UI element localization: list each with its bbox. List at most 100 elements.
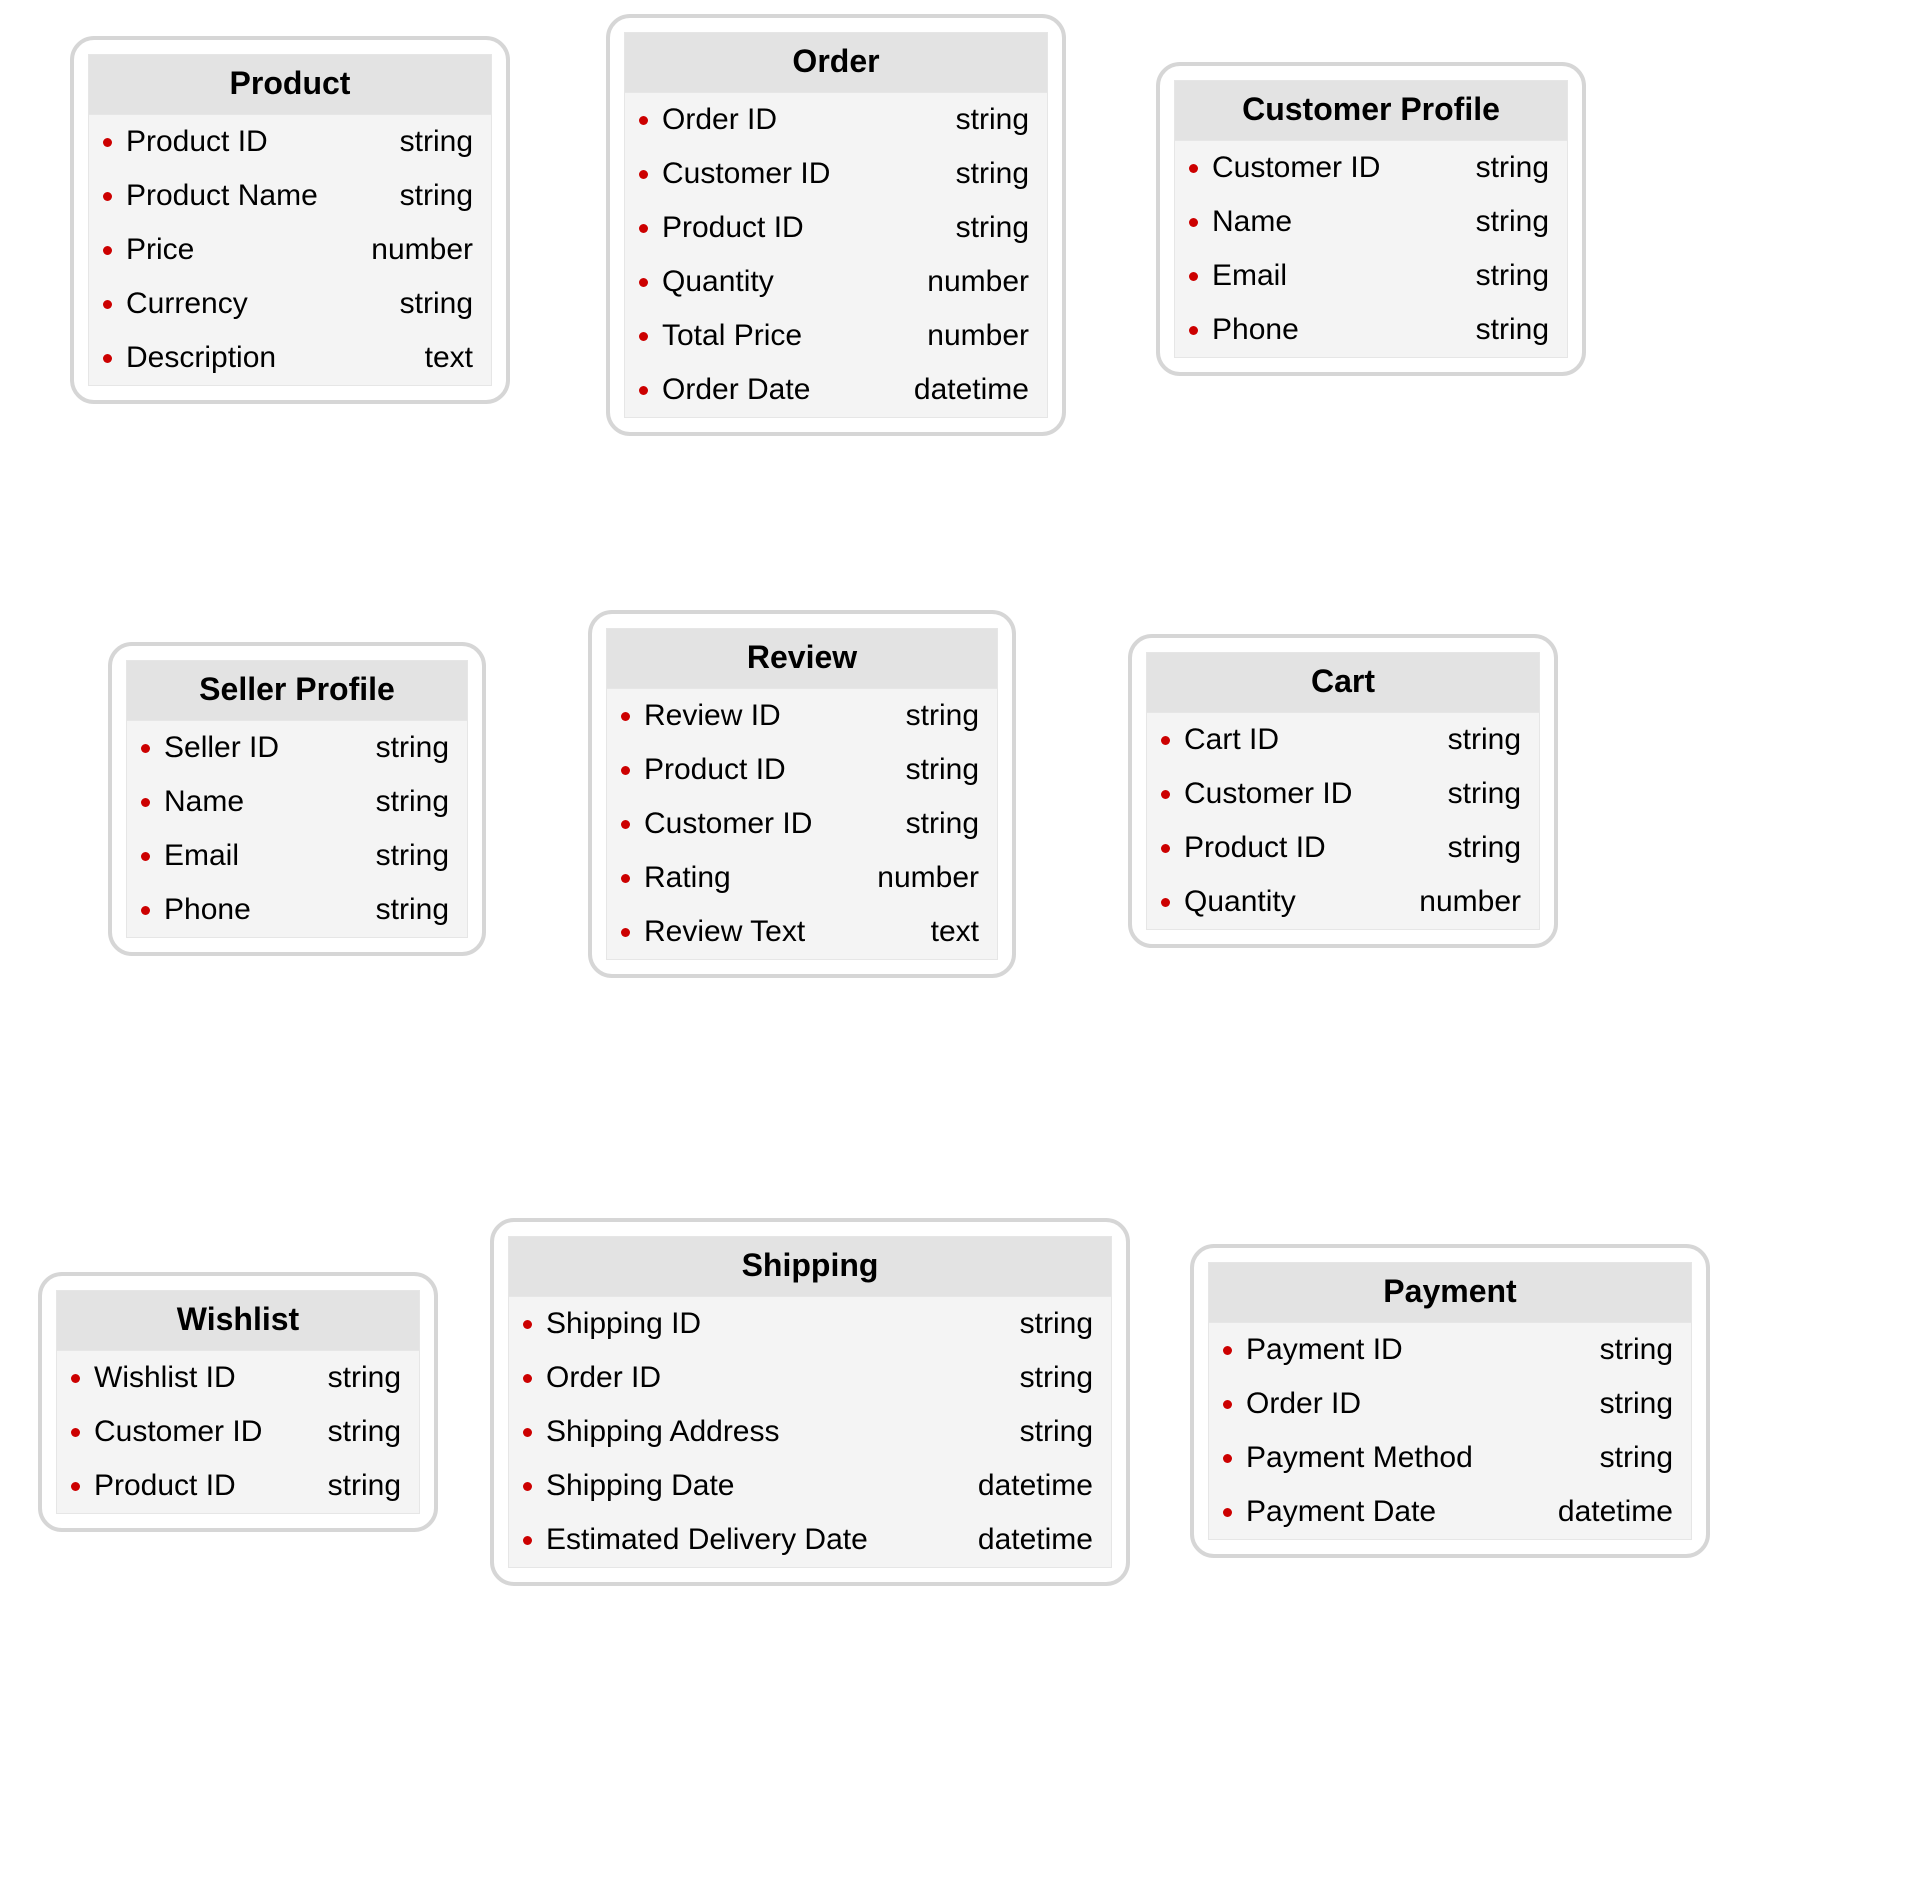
entity-order: OrderOrder IDstringCustomer IDstringProd… <box>606 14 1066 436</box>
attribute-type: string <box>328 1361 401 1395</box>
bullet-icon <box>1223 1508 1232 1517</box>
attribute-row: Shipping Addressstring <box>509 1405 1111 1459</box>
bullet-icon <box>1161 736 1170 745</box>
attribute-row: Shipping Datedatetime <box>509 1459 1111 1513</box>
bullet-icon <box>103 246 112 255</box>
bullet-icon <box>621 820 630 829</box>
entity-inner: CartCart IDstringCustomer IDstringProduc… <box>1146 652 1540 930</box>
attribute-type: string <box>1448 831 1521 865</box>
attribute-type: text <box>425 341 473 375</box>
attribute-name: Order ID <box>662 103 936 137</box>
bullet-icon <box>1223 1346 1232 1355</box>
attribute-name: Payment Method <box>1246 1441 1580 1475</box>
attribute-type: string <box>376 893 449 927</box>
bullet-icon <box>1161 844 1170 853</box>
entity-customer-profile: Customer ProfileCustomer IDstringNamestr… <box>1156 62 1586 376</box>
attribute-type: datetime <box>978 1469 1093 1503</box>
bullet-icon <box>523 1482 532 1491</box>
attribute-type: datetime <box>914 373 1029 407</box>
attribute-name: Product ID <box>1184 831 1428 865</box>
entity-inner: PaymentPayment IDstring Order ID string Pay… <box>1208 1262 1692 1540</box>
attribute-type: number <box>877 861 979 895</box>
attribute-name: Customer ID <box>94 1415 308 1449</box>
attribute-name: Customer ID <box>1184 777 1428 811</box>
bullet-icon <box>621 874 630 883</box>
attribute-row: Order ID string <box>1209 1377 1691 1431</box>
entity-title: Seller Profile <box>127 661 467 721</box>
entity-title: Payment <box>1209 1263 1691 1323</box>
attribute-name: Order ID <box>546 1361 1000 1395</box>
attribute-type: string <box>1448 723 1521 757</box>
entity-title: Cart <box>1147 653 1539 713</box>
attribute-type: string <box>376 839 449 873</box>
attribute-name: Total Price <box>662 319 907 353</box>
attribute-type: string <box>328 1415 401 1449</box>
bullet-icon <box>523 1428 532 1437</box>
attribute-row: Product IDstring <box>625 201 1047 255</box>
bullet-icon <box>141 798 150 807</box>
attribute-type: number <box>1419 885 1521 919</box>
entity-inner: Seller ProfileSeller IDstringNamestringE… <box>126 660 468 938</box>
bullet-icon <box>639 332 648 341</box>
entity-title: Order <box>625 33 1047 93</box>
bullet-icon <box>523 1536 532 1545</box>
bullet-icon <box>639 278 648 287</box>
attribute-row: Product IDstring <box>607 743 997 797</box>
attribute-type: number <box>927 265 1029 299</box>
attribute-row: Ratingnumber <box>607 851 997 905</box>
attribute-name: Description <box>126 341 405 375</box>
bullet-icon <box>639 386 648 395</box>
attribute-row: Payment IDstring <box>1209 1323 1691 1377</box>
attribute-row: Quantity number <box>625 255 1047 309</box>
attribute-row: Payment Methodstring <box>1209 1431 1691 1485</box>
attribute-row: Quantity number <box>1147 875 1539 929</box>
bullet-icon <box>639 170 648 179</box>
attribute-type: string <box>1476 259 1549 293</box>
attribute-type: string <box>906 699 979 733</box>
entity-cart: CartCart IDstringCustomer IDstringProduc… <box>1128 634 1558 948</box>
bullet-icon <box>1161 898 1170 907</box>
bullet-icon <box>1223 1400 1232 1409</box>
attribute-name: Product ID <box>662 211 936 245</box>
attribute-type: number <box>371 233 473 267</box>
attribute-type: string <box>400 179 473 213</box>
attribute-row: Product IDstring <box>57 1459 419 1513</box>
attribute-name: Phone <box>1212 313 1456 347</box>
bullet-icon <box>621 766 630 775</box>
attribute-row: Description text <box>89 331 491 385</box>
attribute-row: Wishlist IDstring <box>57 1351 419 1405</box>
attribute-row: Emailstring <box>127 829 467 883</box>
bullet-icon <box>1161 790 1170 799</box>
attribute-name: Product ID <box>126 125 380 159</box>
attribute-name: Shipping ID <box>546 1307 1000 1341</box>
attribute-name: Review ID <box>644 699 886 733</box>
attribute-row: Order ID string <box>625 93 1047 147</box>
attribute-name: Phone <box>164 893 356 927</box>
attribute-name: Customer ID <box>644 807 886 841</box>
entity-payment: PaymentPayment IDstring Order ID string Pay… <box>1190 1244 1710 1558</box>
attribute-name: Price <box>126 233 351 267</box>
attribute-type: string <box>376 731 449 765</box>
attribute-name: Quantity <box>662 265 907 299</box>
attribute-name: Quantity <box>1184 885 1399 919</box>
entity-product: ProductProduct IDstringProduct Namestrin… <box>70 36 510 404</box>
attribute-type: string <box>1600 1387 1673 1421</box>
attribute-type: string <box>906 807 979 841</box>
attribute-row: Customer IDstring <box>1175 141 1567 195</box>
attribute-type: datetime <box>1558 1495 1673 1529</box>
attribute-row: Phone string <box>1175 303 1567 357</box>
attribute-name: Review Text <box>644 915 911 949</box>
attribute-type: string <box>328 1469 401 1503</box>
attribute-type: string <box>956 103 1029 137</box>
attribute-type: string <box>376 785 449 819</box>
attribute-name: Order ID <box>1246 1387 1580 1421</box>
attribute-type: string <box>1476 313 1549 347</box>
bullet-icon <box>1189 272 1198 281</box>
bullet-icon <box>1189 326 1198 335</box>
bullet-icon <box>71 1374 80 1383</box>
bullet-icon <box>141 744 150 753</box>
bullet-icon <box>71 1482 80 1491</box>
attribute-name: Payment ID <box>1246 1333 1580 1367</box>
er-diagram-canvas: ProductProduct IDstringProduct Namestrin… <box>0 0 1920 1885</box>
bullet-icon <box>1189 164 1198 173</box>
